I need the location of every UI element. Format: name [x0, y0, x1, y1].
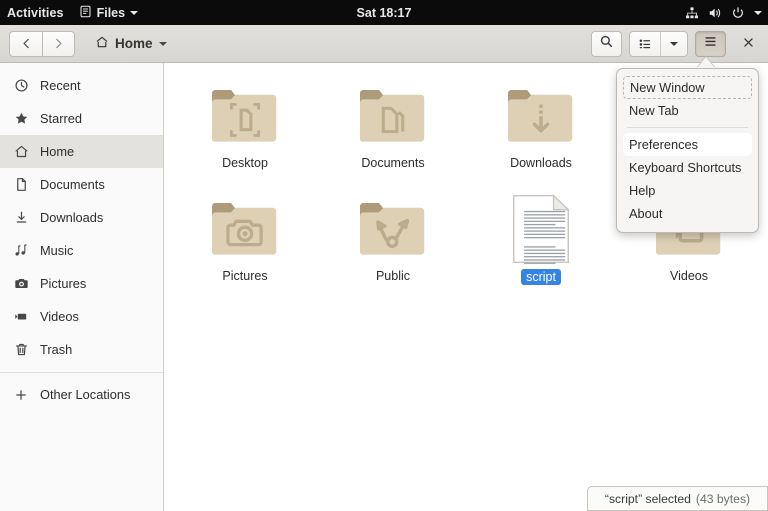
- menu-item-new-tab[interactable]: New Tab: [623, 99, 752, 122]
- menu-item-keyboard-shortcuts[interactable]: Keyboard Shortcuts: [623, 156, 752, 179]
- file-name-label[interactable]: script: [521, 269, 561, 285]
- menu-item-label: New Window: [630, 80, 705, 95]
- menu-item-label: Help: [629, 183, 656, 198]
- chevron-down-icon[interactable]: [754, 10, 762, 15]
- breadcrumb[interactable]: Home: [95, 35, 167, 52]
- sidebar-item-documents[interactable]: Documents: [0, 168, 163, 201]
- download-icon: [13, 210, 29, 225]
- menu-item-about[interactable]: About: [623, 202, 752, 225]
- sidebar-item-label: Trash: [40, 342, 73, 357]
- star-icon: [13, 111, 29, 126]
- file-name-label[interactable]: Documents: [361, 156, 424, 170]
- file-item[interactable]: Public: [319, 184, 467, 297]
- menu-item-help[interactable]: Help: [623, 179, 752, 202]
- power-icon: [731, 6, 745, 20]
- sidebar-item-videos[interactable]: Videos: [0, 300, 163, 333]
- sidebar-item-starred[interactable]: Starred: [0, 102, 163, 135]
- menu-pointer-arrow: [697, 57, 715, 68]
- app-menu-button[interactable]: Files: [73, 5, 145, 21]
- text-file-icon: [511, 190, 571, 264]
- sidebar-item-label: Music: [40, 243, 74, 258]
- menu-separator: [627, 127, 748, 128]
- sidebar-item-downloads[interactable]: Downloads: [0, 201, 163, 234]
- sidebar-separator: [0, 372, 163, 373]
- system-indicators[interactable]: [685, 0, 762, 25]
- sidebar-item-home[interactable]: Home: [0, 135, 163, 168]
- forward-button[interactable]: [42, 30, 75, 57]
- places-sidebar[interactable]: Recent Starred Home Documents Downloads Music…: [0, 63, 164, 511]
- status-size: (43 bytes): [695, 491, 751, 506]
- camera-icon: [13, 276, 29, 291]
- window-headerbar: Home: [0, 25, 768, 63]
- gnome-top-panel: Activities Files Sat 18:17: [0, 0, 768, 25]
- folder-icon: [504, 77, 578, 151]
- menu-item-label: Keyboard Shortcuts: [629, 160, 742, 175]
- sidebar-item-recent[interactable]: Recent: [0, 69, 163, 102]
- sidebar-item-label: Recent: [40, 78, 81, 93]
- folder-icon: [208, 77, 282, 151]
- sidebar-item-label: Pictures: [40, 276, 87, 291]
- list-view-icon[interactable]: [630, 32, 661, 56]
- close-button[interactable]: [735, 31, 761, 57]
- menu-item-label: Preferences: [629, 137, 698, 152]
- sidebar-item-label: Downloads: [40, 210, 104, 225]
- sidebar-item-pictures[interactable]: Pictures: [0, 267, 163, 300]
- status-selection: “script” selected: [604, 491, 691, 506]
- folder-icon: [356, 77, 430, 151]
- main-menu-button[interactable]: [695, 31, 726, 57]
- status-bar: “script” selected (43 bytes): [587, 486, 768, 511]
- trash-icon: [13, 342, 29, 357]
- chevron-down-icon[interactable]: [158, 41, 167, 46]
- breadcrumb-label: Home: [115, 36, 153, 51]
- main-menu-popup[interactable]: New Window New Tab Preferences Keyboard Sho…: [616, 68, 759, 233]
- plus-icon: [13, 388, 29, 402]
- clock-icon: [13, 78, 29, 93]
- menu-item-preferences[interactable]: Preferences: [623, 133, 752, 156]
- search-icon: [599, 34, 614, 54]
- network-icon: [685, 6, 699, 20]
- sidebar-item-label: Home: [40, 144, 75, 159]
- sidebar-item-label: Documents: [40, 177, 105, 192]
- file-item[interactable]: script: [467, 184, 615, 297]
- sidebar-item-label: Videos: [40, 309, 79, 324]
- home-icon: [13, 144, 29, 159]
- files-window: Activities Files Sat 18:17 Home Recent S…: [0, 0, 768, 511]
- sidebar-item-other-locations[interactable]: Other Locations: [0, 378, 163, 411]
- file-item[interactable]: Pictures: [171, 184, 319, 297]
- video-icon: [13, 309, 29, 324]
- navigation-buttons: [9, 30, 75, 57]
- file-name-label[interactable]: Pictures: [222, 269, 267, 283]
- view-options-button[interactable]: [629, 31, 688, 57]
- sidebar-item-music[interactable]: Music: [0, 234, 163, 267]
- document-icon: [13, 177, 29, 192]
- sidebar-item-label: Other Locations: [40, 387, 131, 402]
- headerbar-actions: [591, 25, 761, 63]
- search-button[interactable]: [591, 31, 622, 57]
- file-item[interactable]: Downloads: [467, 71, 615, 184]
- back-button[interactable]: [9, 30, 42, 57]
- activities-button[interactable]: Activities: [0, 6, 73, 20]
- hamburger-menu-icon: [703, 34, 718, 54]
- chevron-down-icon[interactable]: [661, 32, 687, 56]
- sidebar-item-trash[interactable]: Trash: [0, 333, 163, 366]
- file-item[interactable]: Documents: [319, 71, 467, 184]
- file-name-label[interactable]: Public: [376, 269, 410, 283]
- music-icon: [13, 243, 29, 258]
- file-name-label[interactable]: Downloads: [510, 156, 572, 170]
- files-app-icon: [79, 5, 92, 21]
- home-icon: [95, 35, 109, 52]
- file-item[interactable]: Desktop: [171, 71, 319, 184]
- app-menu-label: Files: [96, 5, 126, 20]
- menu-item-new-window[interactable]: New Window: [623, 76, 752, 99]
- menu-item-label: New Tab: [629, 103, 679, 118]
- file-name-label[interactable]: Desktop: [222, 156, 268, 170]
- close-icon: [742, 36, 755, 53]
- chevron-down-icon: [130, 10, 139, 15]
- volume-icon: [708, 6, 722, 20]
- file-name-label[interactable]: Videos: [670, 269, 708, 283]
- folder-icon: [356, 190, 430, 264]
- menu-item-label: About: [629, 206, 663, 221]
- folder-icon: [208, 190, 282, 264]
- sidebar-item-label: Starred: [40, 111, 82, 126]
